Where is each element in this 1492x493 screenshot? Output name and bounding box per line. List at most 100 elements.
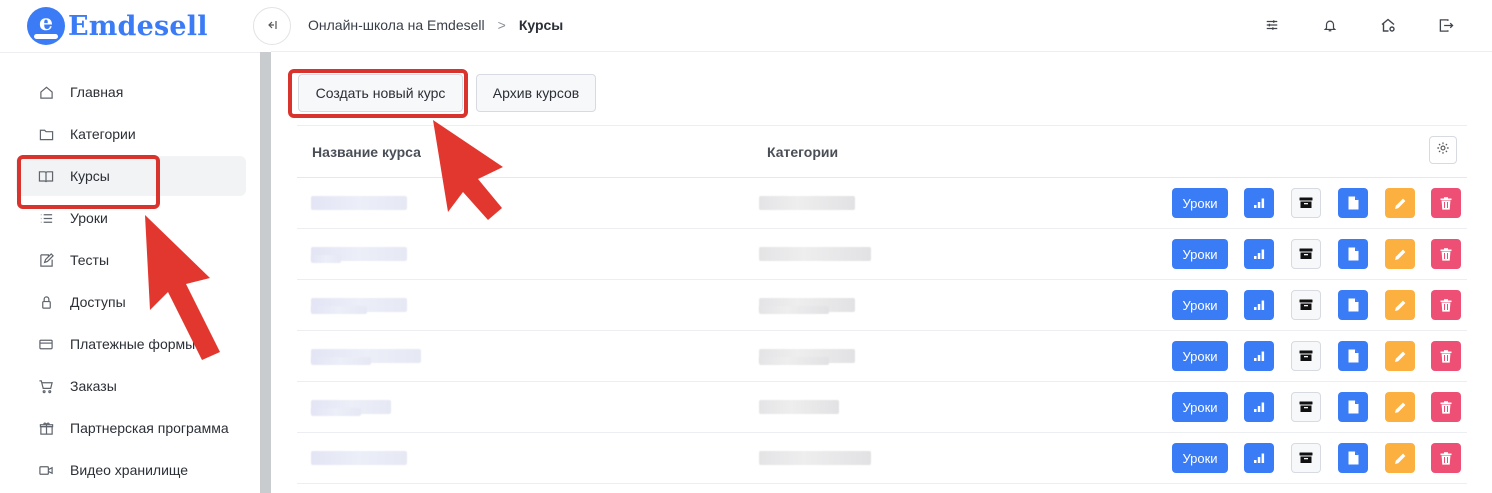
edit-button[interactable] xyxy=(1385,239,1415,269)
stats-icon xyxy=(1253,452,1265,464)
row-actions: Уроки xyxy=(1172,239,1461,269)
table-settings-button[interactable] xyxy=(1429,136,1457,164)
archive-course-button[interactable] xyxy=(1291,239,1321,269)
stats-button[interactable] xyxy=(1244,239,1274,269)
breadcrumb-parent[interactable]: Онлайн-школа на Emdesell xyxy=(308,17,485,33)
sidebar-divider xyxy=(0,52,260,53)
collapse-sidebar-icon xyxy=(266,19,278,34)
column-header-name[interactable]: Название курса xyxy=(312,144,421,160)
lessons-button[interactable]: Уроки xyxy=(1172,341,1228,371)
archive-course-button[interactable] xyxy=(1291,290,1321,320)
document-icon xyxy=(1348,196,1359,210)
document-icon xyxy=(1348,247,1359,261)
stats-button[interactable] xyxy=(1244,392,1274,422)
logout-icon[interactable] xyxy=(1436,15,1456,35)
archive-icon xyxy=(1299,401,1313,413)
stats-button[interactable] xyxy=(1244,443,1274,473)
document-icon xyxy=(1348,400,1359,414)
document-icon xyxy=(1348,349,1359,363)
lessons-button[interactable]: Уроки xyxy=(1172,392,1228,422)
sidebar-item-orders[interactable]: Заказы xyxy=(16,366,246,406)
delete-button[interactable] xyxy=(1431,239,1461,269)
svg-text:e: e xyxy=(39,10,53,36)
cart-icon xyxy=(38,378,54,394)
bell-icon[interactable] xyxy=(1320,15,1340,35)
delete-button[interactable] xyxy=(1431,392,1461,422)
sidebar-item-label: Заказы xyxy=(70,378,117,394)
sidebar-item-label: Доступы xyxy=(70,294,126,310)
stats-icon xyxy=(1253,350,1265,362)
lessons-button[interactable]: Уроки xyxy=(1172,188,1228,218)
sidebar-item-label: Партнерская программа xyxy=(70,420,229,436)
stats-button[interactable] xyxy=(1244,341,1274,371)
logo[interactable]: e Emdesell xyxy=(26,6,208,46)
breadcrumb-separator: > xyxy=(497,17,506,33)
sidebar-scrollbar[interactable] xyxy=(260,52,271,493)
archive-icon xyxy=(1299,350,1313,362)
lessons-button[interactable]: Уроки xyxy=(1172,290,1228,320)
stats-icon xyxy=(1253,299,1265,311)
delete-button[interactable] xyxy=(1431,443,1461,473)
stats-button[interactable] xyxy=(1244,188,1274,218)
archive-course-button[interactable] xyxy=(1291,443,1321,473)
top-header: Онлайн-школа на Emdesell > Курсы xyxy=(253,0,1492,52)
pencil-icon xyxy=(1394,299,1407,312)
pencil-icon xyxy=(1394,401,1407,414)
logo-icon: e xyxy=(26,6,66,46)
sliders-icon[interactable] xyxy=(1262,15,1282,35)
table-row: Уроки xyxy=(297,280,1467,331)
archive-icon xyxy=(1299,248,1313,260)
column-header-category[interactable]: Категории xyxy=(767,144,838,160)
lock-icon xyxy=(38,294,54,310)
row-actions: Уроки xyxy=(1172,443,1461,473)
home-settings-icon[interactable] xyxy=(1378,15,1398,35)
stats-button[interactable] xyxy=(1244,290,1274,320)
sidebar-item-label: Уроки xyxy=(70,210,108,226)
sidebar-item-video-storage[interactable]: Видео хранилище xyxy=(16,450,246,490)
table-row: Уроки xyxy=(297,433,1467,484)
home-icon xyxy=(38,84,54,100)
sidebar-item-home[interactable]: Главная xyxy=(16,72,246,112)
archive-course-button[interactable] xyxy=(1291,188,1321,218)
archive-course-button[interactable] xyxy=(1291,392,1321,422)
lessons-button[interactable]: Уроки xyxy=(1172,239,1228,269)
archive-course-button[interactable] xyxy=(1291,341,1321,371)
edit-button[interactable] xyxy=(1385,290,1415,320)
logo-text: Emdesell xyxy=(68,10,208,42)
document-button[interactable] xyxy=(1338,290,1368,320)
edit-button[interactable] xyxy=(1385,392,1415,422)
document-button[interactable] xyxy=(1338,443,1368,473)
trash-icon xyxy=(1440,298,1452,312)
sidebar-item-affiliate[interactable]: Партнерская программа xyxy=(16,408,246,448)
row-actions: Уроки xyxy=(1172,341,1461,371)
collapse-sidebar-button[interactable] xyxy=(253,7,291,45)
document-button[interactable] xyxy=(1338,341,1368,371)
edit-icon xyxy=(38,252,54,268)
sidebar-item-categories[interactable]: Категории xyxy=(16,114,246,154)
document-icon xyxy=(1348,298,1359,312)
header-actions xyxy=(1262,15,1456,35)
document-button[interactable] xyxy=(1338,392,1368,422)
annotation-arrow-create xyxy=(433,120,503,220)
document-button[interactable] xyxy=(1338,239,1368,269)
row-actions: Уроки xyxy=(1172,392,1461,422)
pencil-icon xyxy=(1394,452,1407,465)
delete-button[interactable] xyxy=(1431,341,1461,371)
table-row: Уроки xyxy=(297,229,1467,280)
document-button[interactable] xyxy=(1338,188,1368,218)
lessons-button[interactable]: Уроки xyxy=(1172,443,1228,473)
row-actions: Уроки xyxy=(1172,188,1461,218)
delete-button[interactable] xyxy=(1431,188,1461,218)
pencil-icon xyxy=(1394,197,1407,210)
edit-button[interactable] xyxy=(1385,443,1415,473)
edit-button[interactable] xyxy=(1385,188,1415,218)
archive-icon xyxy=(1299,197,1313,209)
delete-button[interactable] xyxy=(1431,290,1461,320)
edit-button[interactable] xyxy=(1385,341,1415,371)
row-actions: Уроки xyxy=(1172,290,1461,320)
stats-icon xyxy=(1253,401,1265,413)
course-archive-button[interactable]: Архив курсов xyxy=(476,74,596,112)
sidebar-item-label: Категории xyxy=(70,126,136,142)
trash-icon xyxy=(1440,349,1452,363)
credit-card-icon xyxy=(38,336,54,352)
